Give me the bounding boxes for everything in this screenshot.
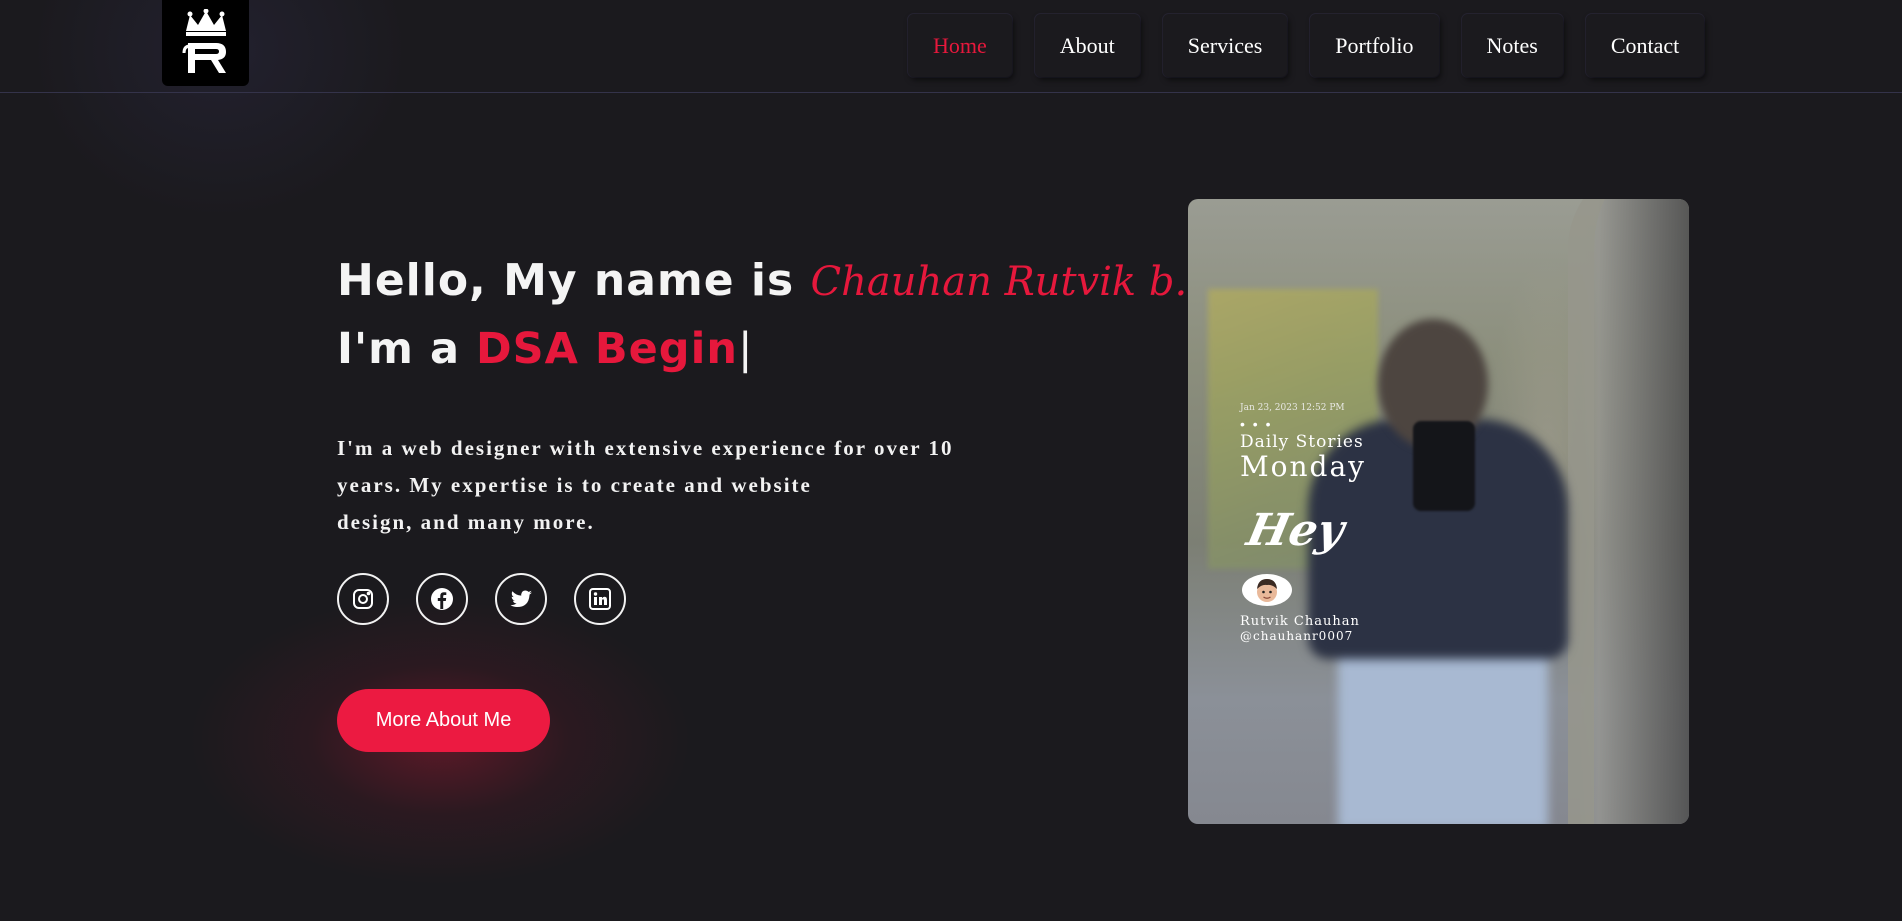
site-header: Home About Services Portfolio Notes Cont…	[0, 0, 1902, 93]
description-line: I'm a web designer with extensive experi…	[337, 436, 954, 460]
hero-heading: Hello, My name is Chauhan Rutvik b. I'm …	[337, 255, 1187, 374]
instagram-icon	[353, 589, 373, 609]
crown-r-monogram-icon	[182, 9, 226, 73]
story-day: Monday	[1240, 450, 1366, 483]
linkedin-link[interactable]	[574, 573, 626, 625]
description-line: design, and many more.	[337, 510, 595, 534]
story-hey: Hey	[1242, 505, 1349, 556]
instagram-link[interactable]	[337, 573, 389, 625]
logo[interactable]	[162, 0, 249, 86]
more-about-me-button[interactable]: More About Me	[337, 689, 550, 752]
greeting-text: Hello, My name is	[337, 255, 795, 306]
nav-home[interactable]: Home	[908, 14, 1012, 77]
nav-notes[interactable]: Notes	[1461, 14, 1563, 77]
page: Home About Services Portfolio Notes Cont…	[0, 0, 1902, 921]
facebook-link[interactable]	[416, 573, 468, 625]
story-daily-label: Daily Stories	[1240, 432, 1364, 452]
hero-name: Chauhan Rutvik b.	[810, 259, 1188, 305]
linkedin-icon	[589, 588, 611, 610]
avatar	[1242, 574, 1292, 606]
story-overlay: Jan 23, 2023 12:52 PM • • • Daily Storie…	[1240, 403, 1366, 643]
greeting-heading: Hello, My name is Chauhan Rutvik b.	[337, 255, 1187, 306]
story-handle: @chauhanr0007	[1240, 629, 1354, 643]
nav-contact[interactable]: Contact	[1585, 14, 1705, 77]
memoji-avatar-icon	[1257, 579, 1277, 602]
story-dots: • • •	[1240, 416, 1273, 432]
facebook-icon	[431, 588, 453, 610]
description-line: years. My expertise is to create and web…	[337, 473, 812, 497]
typed-role: DSA Begin	[475, 324, 738, 374]
role-heading: I'm a DSA Begin|	[337, 324, 1097, 374]
nav-about[interactable]: About	[1034, 14, 1140, 77]
social-links	[337, 573, 653, 625]
role-prefix: I'm a	[337, 324, 460, 374]
main-nav: Home About Services Portfolio Notes Cont…	[908, 14, 1727, 77]
photo-mirror-frame	[1568, 199, 1689, 824]
nav-services[interactable]: Services	[1162, 14, 1288, 77]
story-date: Jan 23, 2023 12:52 PM	[1240, 403, 1345, 413]
nav-portfolio[interactable]: Portfolio	[1310, 14, 1439, 77]
twitter-link[interactable]	[495, 573, 547, 625]
photo-phone	[1413, 421, 1475, 511]
twitter-icon	[510, 590, 532, 607]
typing-cursor: |	[737, 324, 754, 374]
story-user-name: Rutvik Chauhan	[1240, 614, 1360, 629]
hero-description: I'm a web designer with extensive experi…	[337, 430, 1037, 541]
profile-photo: Jan 23, 2023 12:52 PM • • • Daily Storie…	[1188, 199, 1689, 824]
